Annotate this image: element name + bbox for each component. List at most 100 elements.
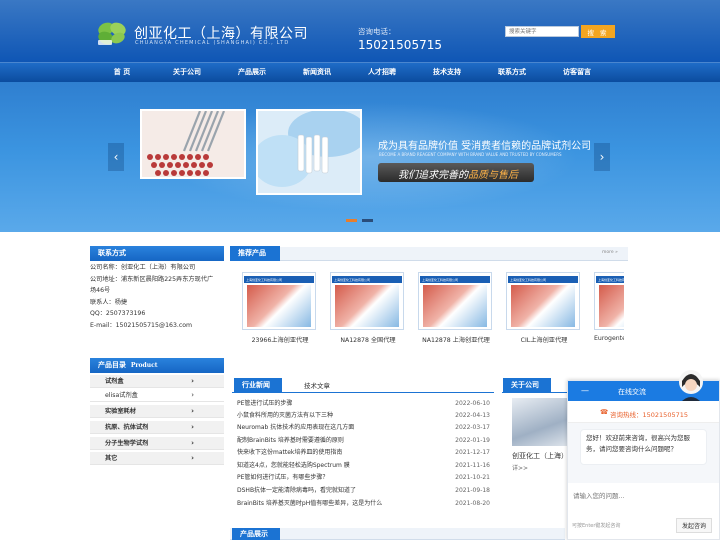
- products-section-heading: 产品展示: [232, 528, 280, 540]
- recommend-header-bar: [230, 247, 628, 261]
- slogan-prefix: 我们追求完善的: [398, 170, 468, 181]
- news-title[interactable]: 快来收下这份mattek培养皿的使用指南: [237, 447, 342, 459]
- category-item[interactable]: 其它 ›: [90, 452, 224, 465]
- contact-heading: 联系方式: [90, 246, 224, 261]
- news-date: 2022-01-19: [455, 437, 490, 444]
- chevron-right-icon: ›: [191, 454, 194, 462]
- news-row[interactable]: PE管进行试压的步骤 2022-06-10: [237, 398, 492, 410]
- product-thumbnail[interactable]: 上海创亚化工科技有限公司: [242, 272, 316, 330]
- thumbnail-caption: 上海创亚化工科技有限公司: [422, 278, 459, 282]
- contact-company: 公司名称：创亚化工（上海）有限公司: [90, 264, 196, 271]
- site-header: 创亚化工（上海）有限公司 CHUANGYA CHEMICAL (SHANGHAI…: [0, 0, 720, 62]
- products-header-bar: [230, 528, 565, 540]
- news-date: 2022-03-17: [455, 424, 490, 431]
- news-title[interactable]: Neuromab 抗体技术的应用表现在这几方面: [237, 422, 354, 434]
- chat-widget: — 在线交流 ☎ 咨询热线：15021505715 您好！欢迎前来咨询，很高兴为…: [567, 370, 720, 540]
- category-item[interactable]: 抗原、抗体试剂 ›: [90, 421, 224, 434]
- banner-dot-2[interactable]: [362, 219, 373, 222]
- category-item[interactable]: 试剂盒 ›: [90, 375, 224, 388]
- about-more-link[interactable]: 详>>: [512, 463, 528, 472]
- nav-item-guestbook[interactable]: 访客留言: [552, 63, 602, 82]
- product-card[interactable]: 上海创亚化工科技有限公司 Eurogentec: [594, 272, 624, 342]
- news-title[interactable]: DSHB抗体一定能清除病毒吗，看完就知道了: [237, 485, 356, 497]
- product-name[interactable]: NA12878 上海创亚代理: [418, 335, 494, 344]
- product-card[interactable]: 上海创亚化工科技有限公司 NA12878 上海创亚代理: [418, 272, 494, 344]
- nav-item-news[interactable]: 新闻资讯: [292, 63, 342, 82]
- banner-slogan-english: BECOME A BRAND REAGENT COMPANY WITH BRAN…: [379, 152, 562, 157]
- news-tab-industry[interactable]: 行业新闻: [234, 378, 282, 393]
- product-name[interactable]: CIL上海创亚代理: [506, 335, 582, 344]
- search-input[interactable]: [505, 26, 579, 37]
- chat-message-bubble: 您好！欢迎前来咨询，很高兴为您服务，请问您要咨询什么问题呢？: [580, 429, 707, 465]
- product-thumbnail[interactable]: 上海创亚化工科技有限公司: [330, 272, 404, 330]
- recommend-more-link[interactable]: more »: [602, 250, 618, 255]
- contact-info: 公司名称：创亚化工（上海）有限公司 公司地址：浦东新区晨阳路225弄东方现代广 …: [90, 262, 224, 331]
- news-date: 2021-11-16: [455, 462, 490, 469]
- product-card[interactable]: 上海创亚化工科技有限公司 23966上海创亚代理: [242, 272, 318, 344]
- news-row[interactable]: BrainBits 培养基灭菌时pH值有哪些差异，这是为什么 2021-08-20: [237, 498, 492, 510]
- news-tab-label: 行业新闻: [242, 381, 270, 389]
- product-name[interactable]: Eurogentec: [594, 335, 624, 342]
- product-card[interactable]: 上海创亚化工科技有限公司 NA12878 全国代理: [330, 272, 406, 344]
- product-thumbnail[interactable]: 上海创亚化工科技有限公司: [506, 272, 580, 330]
- clover-logo-icon[interactable]: [92, 20, 130, 48]
- news-row[interactable]: 知道这4点，您就能轻松选购Spectrum 膜 2021-11-16: [237, 460, 492, 472]
- news-title[interactable]: PE管进行试压的步骤: [237, 398, 292, 410]
- product-thumbnail[interactable]: 上海创亚化工科技有限公司: [418, 272, 492, 330]
- news-title[interactable]: 配制BrainBits 培养基时需要遵循的原则: [237, 435, 344, 447]
- news-row[interactable]: Neuromab 抗体技术的应用表现在这几方面 2022-03-17: [237, 422, 492, 434]
- about-image: [512, 398, 570, 446]
- banner-next-arrow-icon[interactable]: ›: [594, 143, 610, 171]
- search-button[interactable]: 搜 索: [581, 25, 615, 38]
- product-thumbnail[interactable]: 上海创亚化工科技有限公司: [594, 272, 624, 330]
- product-card[interactable]: 上海创亚化工科技有限公司 CIL上海创亚代理: [506, 272, 582, 344]
- category-item[interactable]: 实验室耗材 ›: [90, 405, 224, 418]
- chat-minimize-icon[interactable]: —: [581, 386, 589, 395]
- news-date: 2022-04-13: [455, 412, 490, 419]
- about-heading: 关于公司: [503, 378, 551, 393]
- news-title[interactable]: 知道这4点，您就能轻松选购Spectrum 膜: [237, 460, 350, 472]
- news-row[interactable]: 快来收下这份mattek培养皿的使用指南 2021-12-17: [237, 447, 492, 459]
- news-tab-tech[interactable]: 技术文章: [304, 380, 330, 390]
- category-label: 分子生物学试剂: [105, 440, 149, 447]
- chat-input[interactable]: [568, 483, 719, 515]
- category-label: 试剂盒: [105, 378, 124, 385]
- category-title-english: Product: [130, 362, 158, 369]
- contact-person: 联系人：杨捷: [90, 298, 128, 306]
- nav-item-products[interactable]: 产品展示: [227, 63, 277, 82]
- news-date: 2021-10-21: [455, 474, 490, 481]
- recommend-heading: 推荐产品: [230, 246, 280, 261]
- hero-banner: ‹ › 成为具有品牌价值 受消费者信赖的品牌试剂公司 BECOME A BRAN…: [0, 82, 720, 232]
- product-name[interactable]: NA12878 全国代理: [330, 335, 406, 344]
- chat-send-button[interactable]: 发起咨询: [676, 518, 712, 533]
- product-name[interactable]: 23966上海创亚代理: [242, 335, 318, 344]
- chat-phone: 咨询热线：15021505715: [610, 411, 688, 419]
- nav-item-home[interactable]: 首 页: [97, 63, 147, 82]
- nav-item-contact[interactable]: 联系方式: [487, 63, 537, 82]
- thumbnail-caption: 上海创亚化工科技有限公司: [598, 278, 624, 282]
- news-date: 2022-06-10: [455, 400, 490, 407]
- nav-item-jobs[interactable]: 人才招聘: [357, 63, 407, 82]
- news-row[interactable]: 小鼠食料所用的灭菌方法有以下三种 2022-04-13: [237, 410, 492, 422]
- news-title[interactable]: 小鼠食料所用的灭菌方法有以下三种: [237, 410, 333, 422]
- news-date: 2021-09-18: [455, 487, 490, 494]
- category-label: 抗原、抗体试剂: [105, 424, 149, 431]
- news-row[interactable]: PE管如何进行试压，有哪些步骤？ 2021-10-21: [237, 472, 492, 484]
- news-row[interactable]: 配制BrainBits 培养基时需要遵循的原则 2022-01-19: [237, 435, 492, 447]
- news-row[interactable]: DSHB抗体一定能清除病毒吗，看完就知道了 2021-09-18: [237, 485, 492, 497]
- category-item[interactable]: elisa试剂盒 ›: [90, 389, 224, 402]
- category-title: 产品目录: [98, 361, 126, 369]
- nav-item-about[interactable]: 关于公司: [162, 63, 212, 82]
- contact-address: 公司地址：浦东新区晨阳路225弄东方现代广: [90, 275, 214, 283]
- category-label: 其它: [105, 455, 118, 462]
- contact-title: 联系方式: [98, 249, 126, 257]
- banner-prev-arrow-icon[interactable]: ‹: [108, 143, 124, 171]
- category-heading: 产品目录 Product: [90, 358, 224, 373]
- news-title[interactable]: PE管如何进行试压，有哪些步骤？: [237, 472, 328, 484]
- category-item[interactable]: 分子生物学试剂 ›: [90, 437, 224, 450]
- news-title[interactable]: BrainBits 培养基灭菌时pH值有哪些差异，这是为什么: [237, 498, 382, 510]
- banner-dot-1[interactable]: [346, 219, 357, 222]
- category-label: elisa试剂盒: [105, 392, 138, 399]
- brand-name-english: CHUANGYA CHEMICAL (SHANGHAI) CO., LTD: [135, 40, 290, 46]
- nav-item-support[interactable]: 技术支持: [422, 63, 472, 82]
